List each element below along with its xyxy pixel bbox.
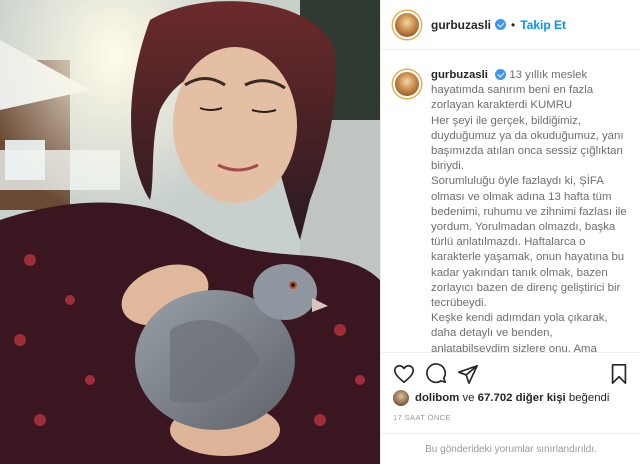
comment-icon[interactable]	[425, 363, 447, 385]
likes-summary: dolibom ve 67.702 diğer kişi beğendi	[393, 390, 609, 406]
post-side-panel: gurbuzasli • Takip Et gurbuzasli 13 yıll…	[380, 0, 640, 464]
follow-button[interactable]: Takip Et	[520, 18, 566, 32]
heart-icon[interactable]	[393, 363, 415, 385]
caption-paragraph-2: Her şeyi ile gerçek, bildiğimiz, duyduğu…	[431, 114, 624, 173]
caption-username[interactable]: gurbuzasli	[431, 69, 488, 81]
caption-text: gurbuzasli 13 yıllık meslek hayatımda sa…	[431, 68, 629, 352]
photo-illustration	[0, 0, 380, 464]
first-liker[interactable]: dolibom	[415, 392, 459, 404]
verified-badge-icon	[495, 19, 507, 30]
caption-avatar[interactable]	[393, 70, 421, 98]
profile-avatar[interactable]	[393, 10, 421, 39]
likes-others[interactable]: 67.702 diğer kişi	[478, 392, 566, 404]
header-username[interactable]: gurbuzasli	[431, 18, 491, 32]
share-icon[interactable]	[457, 363, 479, 385]
likes-suffix: beğendi	[565, 392, 610, 404]
verified-badge-icon	[495, 69, 507, 81]
post-header: gurbuzasli • Takip Et	[381, 0, 640, 50]
liker-avatar[interactable]	[393, 390, 409, 406]
action-icons	[393, 363, 629, 385]
bookmark-icon[interactable]	[609, 363, 629, 385]
separator-dot: •	[511, 17, 516, 32]
actions-section: dolibom ve 67.702 diğer kişi beğendi 17 …	[381, 352, 640, 464]
post-photo[interactable]	[0, 0, 380, 464]
caption-paragraph-3: Sorumluluğu öyle fazlaydı ki, ŞİFA olmas…	[431, 175, 627, 310]
comments-limited-note: Bu gönderideki yorumlar sınırlandırıldı.	[381, 433, 640, 464]
caption-section: gurbuzasli 13 yıllık meslek hayatımda sa…	[381, 50, 640, 352]
caption-paragraph-4: Keşke kendi adımdan yola çıkarak, daha d…	[431, 312, 608, 352]
post-timestamp[interactable]: 17 SAAT ÖNCE	[393, 413, 451, 422]
likes-joiner: ve	[459, 392, 478, 404]
